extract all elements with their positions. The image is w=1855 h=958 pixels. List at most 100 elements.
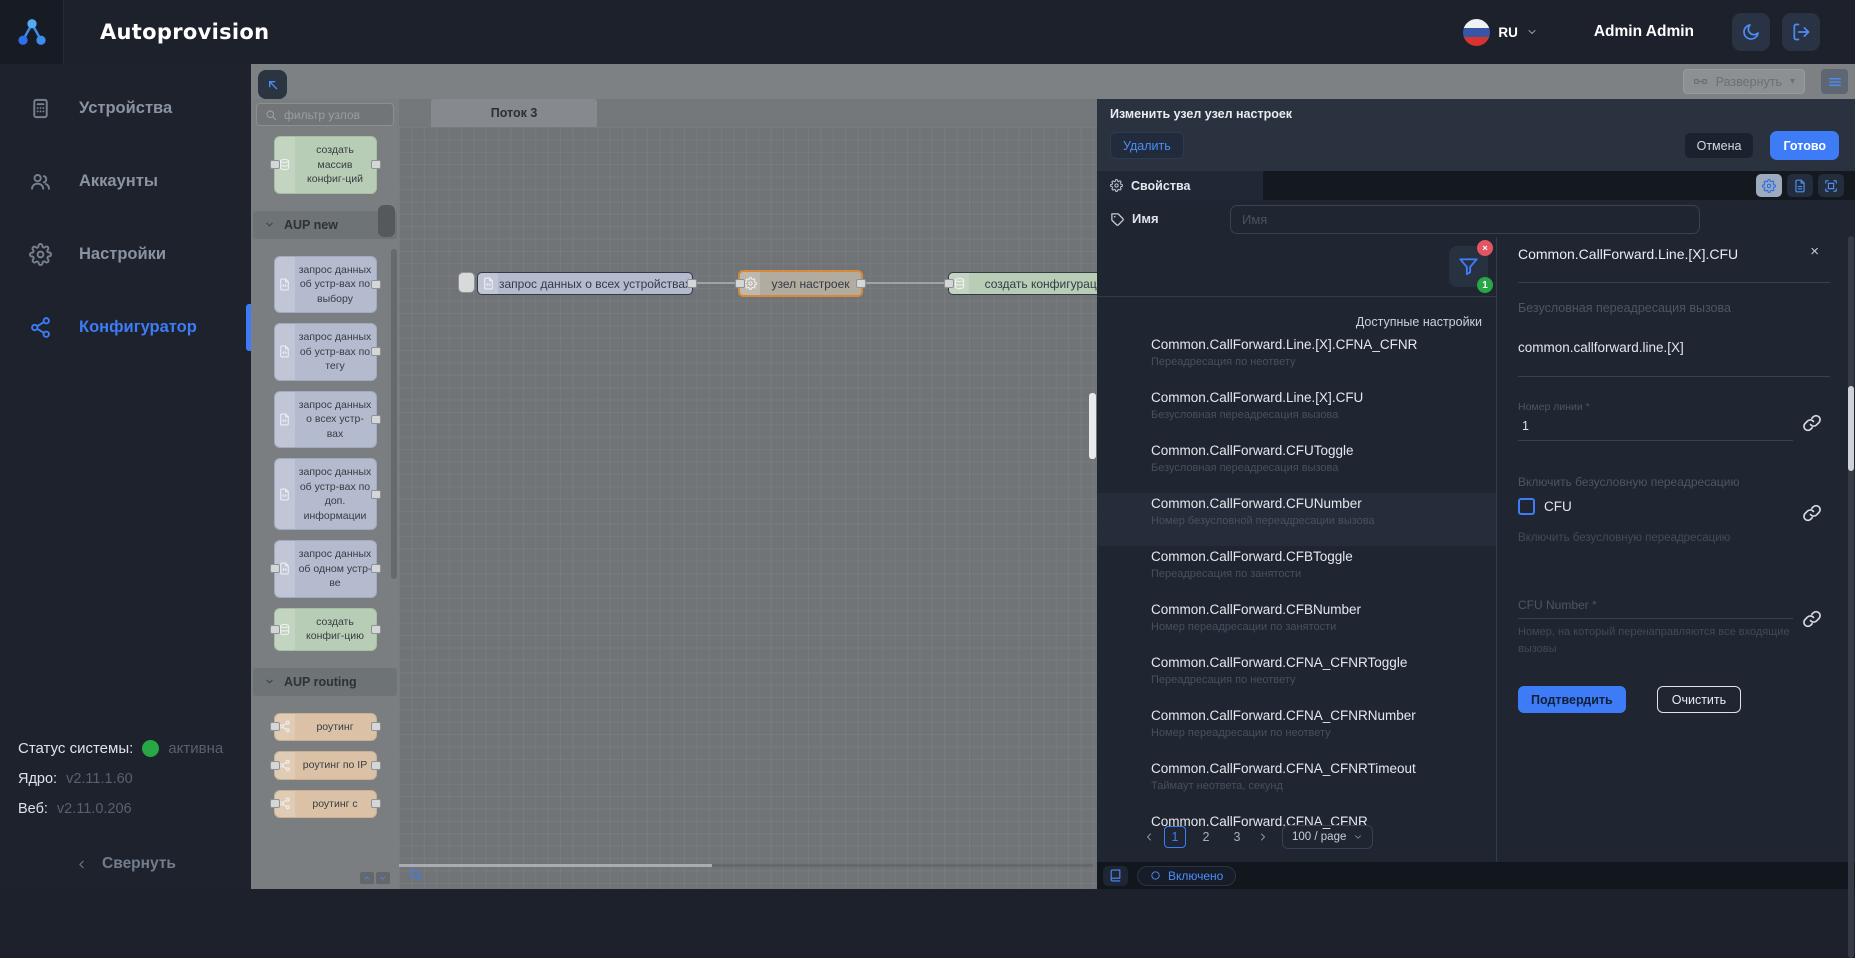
- filter-clear-badge[interactable]: ×: [1477, 240, 1493, 256]
- node-output-port[interactable]: [687, 279, 697, 288]
- sidebar-item-Устройства[interactable]: Устройства: [0, 72, 251, 145]
- done-button[interactable]: Готово: [1770, 131, 1839, 160]
- app-logo[interactable]: [0, 0, 64, 64]
- tab-properties[interactable]: Свойства: [1097, 171, 1263, 200]
- node-port[interactable]: [270, 564, 280, 573]
- palette-grip-handle[interactable]: [378, 205, 395, 237]
- line-number-input[interactable]: 1: [1522, 419, 1529, 433]
- next-page-icon[interactable]: [1257, 831, 1269, 843]
- node-port[interactable]: [371, 347, 381, 356]
- link-icon[interactable]: [1802, 413, 1822, 433]
- node-port[interactable]: [371, 415, 381, 424]
- delete-button[interactable]: Удалить: [1110, 132, 1184, 159]
- sidebar-item-Настройки[interactable]: Настройки: [0, 218, 251, 291]
- palette-scroll-down-button[interactable]: [376, 872, 390, 884]
- sidebar-collapse-button[interactable]: Свернуть: [0, 855, 251, 873]
- node-port[interactable]: [371, 564, 381, 573]
- pointer-tool-button[interactable]: [258, 70, 287, 99]
- inject-button[interactable]: [458, 272, 475, 293]
- logout-button[interactable]: [1782, 13, 1820, 51]
- flow-canvas[interactable]: Поток 3 запрос данных о всех устройствах…: [399, 99, 1097, 889]
- setting-item[interactable]: Common.CallForward.CFUNumber Номер безус…: [1097, 493, 1496, 546]
- palette-search[interactable]: [256, 103, 394, 126]
- confirm-button[interactable]: Подтвердить: [1518, 686, 1626, 713]
- canvas-zoom-button[interactable]: [405, 867, 425, 885]
- enabled-toggle[interactable]: Включено: [1137, 866, 1236, 886]
- node-port[interactable]: [270, 160, 280, 169]
- link-icon[interactable]: [1802, 503, 1822, 523]
- flow-node-create-config[interactable]: создать конфигураци: [948, 272, 1097, 295]
- page-size-select[interactable]: 100 / page: [1282, 825, 1373, 849]
- node-port[interactable]: [371, 799, 381, 808]
- name-input[interactable]: [1230, 205, 1700, 234]
- properties-view-button[interactable]: [1756, 174, 1782, 197]
- panel-scrollbar-thumb[interactable]: [1848, 386, 1854, 471]
- palette-scrollbar[interactable]: [391, 249, 397, 579]
- palette-node[interactable]: запрос данных об устр-вах по тегу: [274, 323, 377, 381]
- node-input-port[interactable]: [944, 279, 954, 288]
- palette-section-AUP routing[interactable]: AUP routing: [253, 668, 397, 696]
- palette-node[interactable]: роутинг по IP: [274, 751, 377, 780]
- palette-scroll-up-button[interactable]: [360, 872, 374, 884]
- palette-node[interactable]: запрос данных об устр-вах по доп. информ…: [274, 458, 377, 530]
- flow-node-query-all-devices[interactable]: запрос данных о всех устройствах: [477, 272, 693, 295]
- appearance-view-button[interactable]: [1818, 174, 1844, 197]
- palette-node[interactable]: роутинг: [274, 713, 377, 742]
- node-port[interactable]: [371, 625, 381, 634]
- setting-item[interactable]: Common.CallForward.Line.[X].CFNA_CFNR Пе…: [1097, 334, 1496, 387]
- filter-button[interactable]: × 1: [1449, 246, 1488, 287]
- page-button-3[interactable]: 3: [1226, 826, 1248, 848]
- node-port[interactable]: [270, 722, 280, 731]
- node-port[interactable]: [371, 722, 381, 731]
- prev-page-icon[interactable]: [1143, 831, 1155, 843]
- collapse-label: Свернуть: [102, 855, 176, 873]
- setting-item[interactable]: Common.CallForward.CFNA_CFNRTimeout Тайм…: [1097, 758, 1496, 811]
- node-input-port[interactable]: [735, 279, 745, 288]
- language-selector[interactable]: RU: [1463, 19, 1538, 46]
- clear-button[interactable]: Очистить: [1657, 686, 1741, 713]
- palette-search-input[interactable]: [284, 108, 385, 122]
- node-port[interactable]: [371, 490, 381, 499]
- setting-item[interactable]: Common.CallForward.CFNA_CFNRToggle Переа…: [1097, 652, 1496, 705]
- cfu-checkbox[interactable]: [1518, 498, 1535, 515]
- node-port[interactable]: [270, 761, 280, 770]
- menu-button[interactable]: [1821, 69, 1848, 94]
- cancel-button[interactable]: Отмена: [1684, 132, 1755, 159]
- panel-scrollbar[interactable]: [1848, 236, 1854, 958]
- page-button-1[interactable]: 1: [1164, 826, 1186, 848]
- status-dot: [142, 740, 159, 757]
- palette-node[interactable]: создать массив конфиг-ций: [274, 136, 377, 194]
- cfu-number-input[interactable]: [1518, 618, 1793, 619]
- node-port[interactable]: [371, 280, 381, 289]
- docs-button[interactable]: [1103, 866, 1128, 886]
- node-output-port[interactable]: [856, 279, 866, 288]
- sidebar-item-Конфигуратор[interactable]: Конфигуратор: [0, 291, 251, 364]
- palette-node[interactable]: запрос данных об одном устр-ве: [274, 540, 377, 598]
- sidebar-item-Аккаунты[interactable]: Аккаунты: [0, 145, 251, 218]
- expand-button[interactable]: Развернуть ▾: [1683, 69, 1805, 94]
- node-port[interactable]: [371, 761, 381, 770]
- palette-node[interactable]: роутинг с: [274, 790, 377, 819]
- link-icon[interactable]: [1802, 609, 1822, 629]
- flow-tab[interactable]: Поток 3: [431, 99, 597, 127]
- node-port[interactable]: [270, 625, 280, 634]
- canvas-vscroll-thumb[interactable]: [1089, 393, 1096, 459]
- palette-node[interactable]: запрос данных о всех устр-вах: [274, 391, 377, 449]
- canvas-hscroll-thumb[interactable]: [399, 864, 712, 867]
- theme-toggle-button[interactable]: [1732, 13, 1770, 51]
- setting-item[interactable]: Common.CallForward.Line.[X].CFU Безуслов…: [1097, 387, 1496, 440]
- node-port[interactable]: [270, 799, 280, 808]
- description-view-button[interactable]: [1787, 174, 1813, 197]
- setting-item[interactable]: Common.CallForward.CFUToggle Безусловная…: [1097, 440, 1496, 493]
- palette-node[interactable]: создать конфиг-цию: [274, 608, 377, 651]
- setting-item[interactable]: Common.CallForward.CFBToggle Переадресац…: [1097, 546, 1496, 599]
- setting-item[interactable]: Common.CallForward.CFBNumber Номер переа…: [1097, 599, 1496, 652]
- flow-node-settings-selected[interactable]: узел настроек: [738, 270, 863, 297]
- node-port[interactable]: [371, 160, 381, 169]
- palette-section-AUP new[interactable]: AUP new: [253, 211, 397, 239]
- setting-item[interactable]: Common.CallForward.CFNA_CFNRNumber Номер…: [1097, 705, 1496, 758]
- page-button-2[interactable]: 2: [1195, 826, 1217, 848]
- close-icon[interactable]: ×: [1810, 243, 1819, 260]
- palette-node[interactable]: запрос данных об устр-вах по выбору: [274, 256, 377, 314]
- canvas-grid[interactable]: [399, 127, 1097, 889]
